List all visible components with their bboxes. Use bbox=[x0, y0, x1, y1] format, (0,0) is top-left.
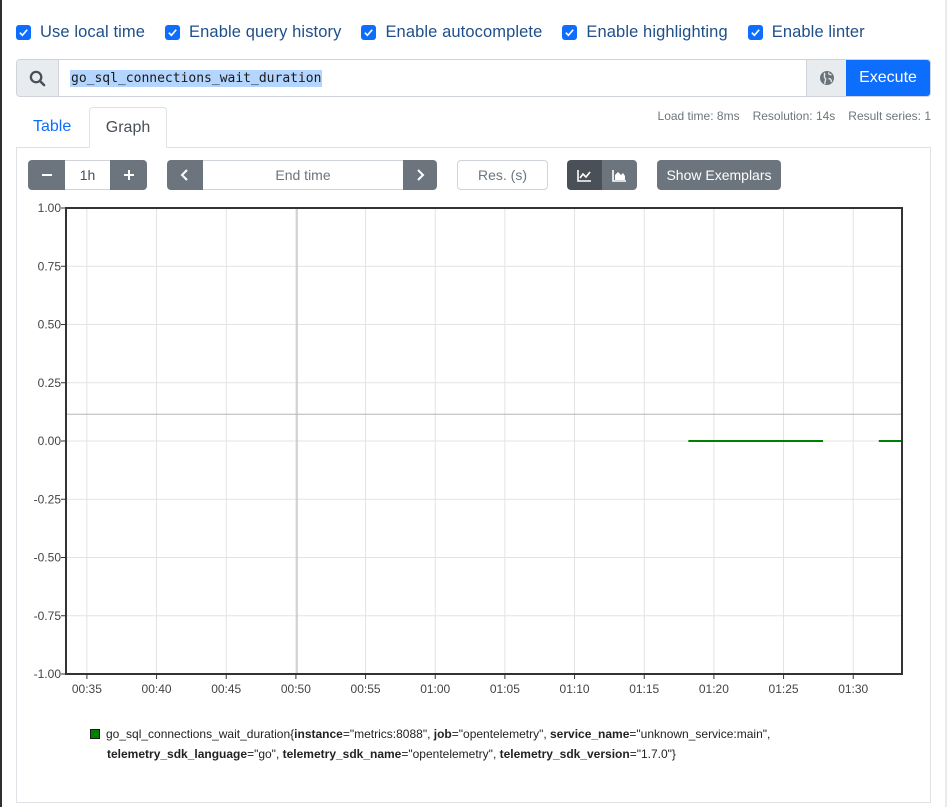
end-time-forward-button[interactable] bbox=[403, 160, 437, 190]
range-increase-button[interactable] bbox=[110, 160, 147, 190]
range-decrease-button[interactable] bbox=[28, 160, 65, 190]
x-tick-label: 01:30 bbox=[838, 682, 868, 696]
tab-table[interactable]: Table bbox=[33, 118, 71, 136]
query-options: Use local time Enable query history Enab… bbox=[16, 20, 885, 44]
x-tick-label: 00:50 bbox=[281, 682, 311, 696]
legend-label-value: "go" bbox=[254, 747, 276, 761]
x-tick-label: 00:45 bbox=[211, 682, 241, 696]
time-series-chart[interactable]: 1.00 0.75 0.50 0.25 0.00 -0.25 -0.50 -0.75 -1.00… bbox=[17, 198, 917, 703]
checkbox-checked-icon[interactable] bbox=[165, 24, 181, 40]
option-label: Use local time bbox=[40, 22, 146, 41]
legend-metric-name: go_sql_connections_wait_duration bbox=[106, 727, 291, 741]
range-input[interactable]: 1h bbox=[65, 160, 110, 190]
legend-label-key: job bbox=[433, 727, 452, 741]
y-tick-label: -0.25 bbox=[34, 492, 62, 506]
show-exemplars-button[interactable]: Show Exemplars bbox=[657, 160, 781, 190]
x-tick-label: 01:10 bbox=[560, 682, 590, 696]
series-color-swatch bbox=[90, 729, 100, 739]
option-enable-autocomplete[interactable]: Enable autocomplete bbox=[361, 23, 542, 42]
legend-label-key: service_name bbox=[550, 727, 630, 741]
y-tick-label: 0.00 bbox=[38, 434, 62, 448]
expression-text: go_sql_connections_wait_duration bbox=[70, 69, 323, 87]
load-time: Load time: 8ms bbox=[657, 109, 740, 123]
x-tick-label: 00:35 bbox=[72, 682, 102, 696]
query-stats: Load time: 8ms Resolution: 14s Result se… bbox=[658, 109, 931, 123]
option-use-local-time[interactable]: Use local time bbox=[16, 23, 145, 42]
option-enable-linter[interactable]: Enable linter bbox=[747, 22, 865, 42]
legend-label-key: instance bbox=[294, 727, 343, 741]
option-label: Enable query history bbox=[189, 22, 342, 41]
option-label: Enable highlighting bbox=[586, 22, 728, 41]
y-tick-label: 0.75 bbox=[38, 259, 62, 273]
x-tick-label: 01:15 bbox=[629, 682, 659, 696]
y-tick-label: 1.00 bbox=[38, 201, 62, 215]
window-edge bbox=[0, 0, 2, 807]
option-enable-highlighting[interactable]: Enable highlighting bbox=[562, 22, 728, 42]
legend-row: telemetry_sdk_language="go", telemetry_s… bbox=[107, 747, 676, 761]
x-tick-label: 01:25 bbox=[769, 682, 799, 696]
legend-label-value: "metrics:8088" bbox=[349, 727, 428, 741]
x-tick-label: 01:00 bbox=[420, 682, 450, 696]
legend-row: go_sql_connections_wait_duration{instanc… bbox=[90, 724, 850, 744]
y-tick-label: -1.00 bbox=[34, 667, 62, 681]
area-chart-icon[interactable] bbox=[602, 160, 637, 190]
legend-label-value: "1.7.0" bbox=[636, 747, 672, 761]
legend-label-key: telemetry_sdk_language bbox=[107, 747, 248, 761]
resolution: Resolution: 14s bbox=[752, 109, 836, 123]
checkbox-checked-icon[interactable] bbox=[361, 24, 377, 40]
x-tick-labels: 00:35 00:40 00:45 00:50 00:55 01:00 01:05 01:10… bbox=[72, 682, 869, 696]
legend-label-key: telemetry_sdk_name bbox=[282, 747, 402, 761]
x-tick-label: 01:20 bbox=[699, 682, 729, 696]
y-tick-label: -0.50 bbox=[34, 551, 62, 565]
y-tick-label: 0.50 bbox=[38, 318, 62, 332]
x-tick-label: 00:40 bbox=[142, 682, 172, 696]
x-gridlines bbox=[86, 208, 854, 679]
option-enable-query-history[interactable]: Enable query history bbox=[165, 23, 341, 42]
result-series: Result series: 1 bbox=[848, 109, 931, 123]
x-tick-label: 01:05 bbox=[490, 682, 520, 696]
y-tick-label: 0.25 bbox=[38, 376, 62, 390]
option-label: Enable autocomplete bbox=[385, 22, 543, 41]
option-label: Enable linter bbox=[771, 22, 865, 41]
legend-label-value: "unknown_service:main" bbox=[636, 727, 768, 741]
legend-label-value: "opentelemetry" bbox=[458, 727, 544, 741]
execute-button[interactable]: Execute bbox=[846, 60, 930, 96]
checkbox-checked-icon[interactable] bbox=[747, 24, 763, 40]
search-icon bbox=[17, 60, 59, 96]
end-time-back-button[interactable] bbox=[167, 160, 203, 190]
expression-input[interactable]: go_sql_connections_wait_duration bbox=[59, 60, 806, 96]
end-time-input[interactable]: End time bbox=[203, 160, 403, 190]
y-tick-labels: 1.00 0.75 0.50 0.25 0.00 -0.25 -0.50 -0.75 -1.00 bbox=[34, 201, 62, 681]
checkbox-checked-icon[interactable] bbox=[562, 24, 578, 40]
legend-label-key: telemetry_sdk_version bbox=[499, 747, 630, 761]
line-chart-icon[interactable] bbox=[567, 160, 602, 190]
x-tick-label: 00:55 bbox=[351, 682, 381, 696]
tab-graph[interactable]: Graph bbox=[89, 107, 167, 148]
metrics-explorer-icon[interactable] bbox=[806, 60, 846, 96]
checkbox-checked-icon[interactable] bbox=[16, 24, 31, 40]
resolution-input[interactable]: Res. (s) bbox=[457, 160, 548, 190]
chart-legend[interactable]: go_sql_connections_wait_duration{instanc… bbox=[90, 724, 850, 764]
legend-label-value: "opentelemetry" bbox=[408, 747, 493, 761]
query-bar: go_sql_connections_wait_duration Execute bbox=[16, 59, 931, 97]
y-tick-label: -0.75 bbox=[34, 609, 62, 623]
